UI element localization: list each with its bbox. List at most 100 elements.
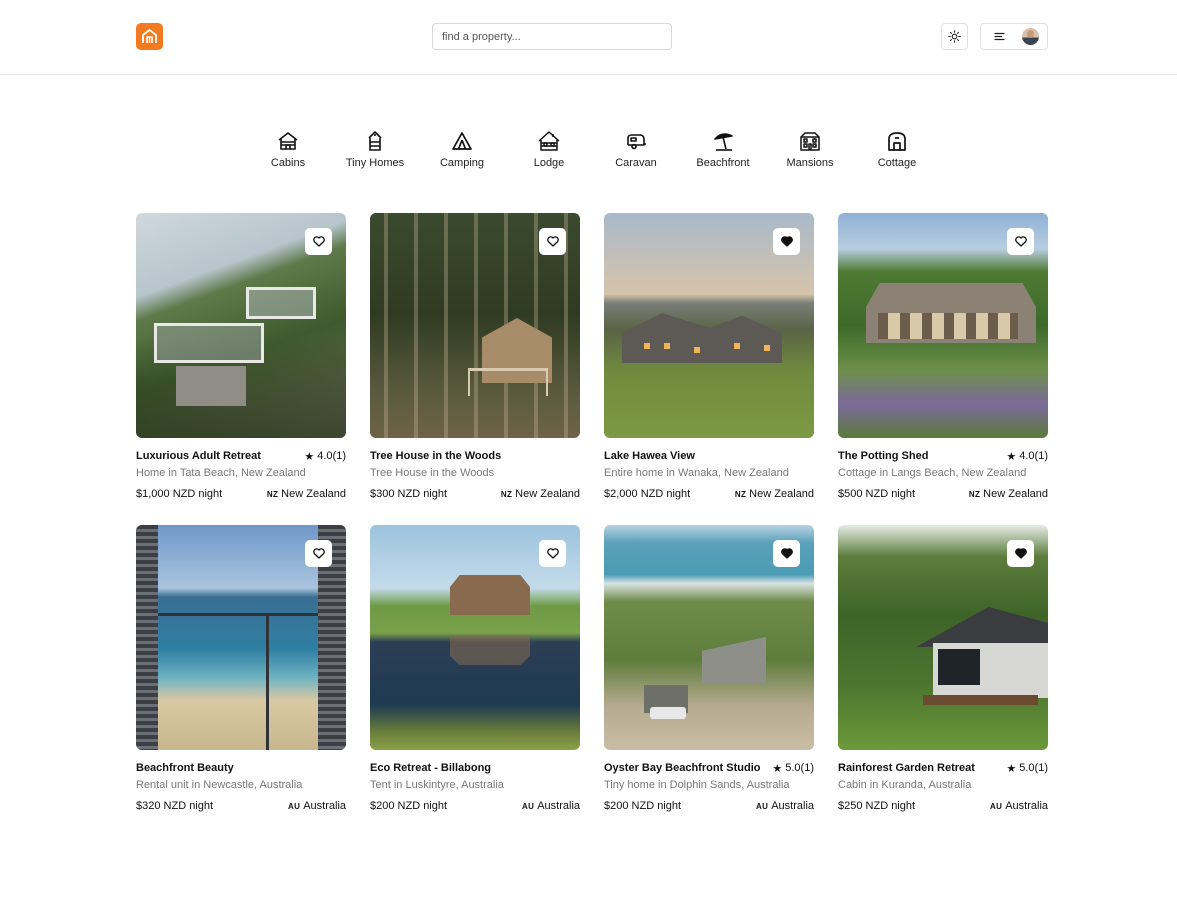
listing-price: $200 NZD night bbox=[604, 800, 682, 812]
favorite-button[interactable] bbox=[305, 540, 332, 567]
user-menu-button[interactable] bbox=[980, 23, 1048, 50]
listing-rating: ★ 4.0(1) bbox=[1006, 450, 1048, 463]
lodge-icon bbox=[538, 131, 560, 151]
country-name: New Zealand bbox=[515, 488, 580, 500]
favorite-button[interactable] bbox=[539, 540, 566, 567]
listing-title[interactable]: Oyster Bay Beachfront Studio bbox=[604, 762, 760, 774]
listing-country: AU Australia bbox=[990, 800, 1048, 812]
heart-icon bbox=[312, 548, 325, 559]
listing-subtitle: Tiny home in Dolphin Sands, Australia bbox=[604, 779, 790, 791]
category-label: Mansions bbox=[786, 157, 834, 169]
listing-country: AU Australia bbox=[756, 800, 814, 812]
menu-icon bbox=[994, 32, 1005, 41]
listing-photo[interactable] bbox=[838, 525, 1048, 750]
listing-photo[interactable] bbox=[370, 213, 580, 438]
favorite-button[interactable] bbox=[305, 228, 332, 255]
listing-rating: ★ 5.0(1) bbox=[772, 762, 814, 775]
category-label: Beachfront bbox=[696, 157, 750, 169]
category-cottage[interactable]: Cottage bbox=[857, 130, 937, 169]
sun-icon bbox=[948, 30, 961, 43]
heart-icon bbox=[312, 236, 325, 247]
listing-photo[interactable] bbox=[370, 525, 580, 750]
listing-subtitle: Entire home in Wanaka, New Zealand bbox=[604, 467, 789, 479]
category-mansions[interactable]: Mansions bbox=[770, 130, 850, 169]
star-icon: ★ bbox=[772, 762, 783, 775]
listing-rating: ★ 4.0(1) bbox=[304, 450, 346, 463]
country-code: NZ bbox=[734, 490, 747, 499]
listing-price: $2,000 NZD night bbox=[604, 488, 691, 500]
favorite-button[interactable] bbox=[1007, 228, 1034, 255]
country-name: New Zealand bbox=[281, 488, 346, 500]
listing-card[interactable]: Tree House in the Woods Tree House in th… bbox=[370, 213, 580, 501]
country-name: New Zealand bbox=[749, 488, 814, 500]
category-beachfront[interactable]: Beachfront bbox=[683, 130, 763, 169]
category-label: Cabins bbox=[270, 157, 306, 169]
listing-title[interactable]: Eco Retreat - Billabong bbox=[370, 762, 491, 774]
country-name: Australia bbox=[1005, 800, 1048, 812]
country-name: Australia bbox=[303, 800, 346, 812]
listing-price: $500 NZD night bbox=[838, 488, 916, 500]
rating-value: 5.0(1) bbox=[785, 762, 814, 774]
listing-price: $320 NZD night bbox=[136, 800, 214, 812]
listing-card[interactable]: Luxurious Adult Retreat ★ 4.0(1) Home in … bbox=[136, 213, 346, 501]
country-code: AU bbox=[756, 802, 769, 811]
cabin-icon bbox=[278, 132, 298, 150]
category-label: Cottage bbox=[877, 157, 917, 169]
favorite-button[interactable] bbox=[773, 540, 800, 567]
category-tiny-homes[interactable]: Tiny Homes bbox=[335, 130, 415, 169]
country-code: AU bbox=[522, 802, 535, 811]
category-label: Caravan bbox=[615, 157, 657, 169]
category-label: Camping bbox=[439, 157, 485, 169]
listing-card[interactable]: Lake Hawea View Entire home in Wanaka, N… bbox=[604, 213, 814, 501]
logo-house-icon bbox=[142, 28, 157, 43]
tiny-home-icon bbox=[368, 131, 382, 151]
listing-photo[interactable] bbox=[136, 525, 346, 750]
category-lodge[interactable]: Lodge bbox=[509, 130, 589, 169]
listing-photo[interactable] bbox=[838, 213, 1048, 438]
listing-title[interactable]: Rainforest Garden Retreat bbox=[838, 762, 975, 774]
listing-subtitle: Tent in Luskintyre, Australia bbox=[370, 779, 504, 791]
listing-price: $1,000 NZD night bbox=[136, 488, 223, 500]
umbrella-icon bbox=[714, 133, 733, 151]
country-name: Australia bbox=[537, 800, 580, 812]
mansion-icon bbox=[800, 132, 820, 151]
listing-photo[interactable] bbox=[604, 525, 814, 750]
category-caravan[interactable]: Caravan bbox=[596, 130, 676, 169]
country-name: Australia bbox=[771, 800, 814, 812]
listing-card[interactable]: The Potting Shed ★ 4.0(1) Cottage in Lang… bbox=[838, 213, 1048, 501]
heart-icon bbox=[546, 548, 559, 559]
listing-photo[interactable] bbox=[604, 213, 814, 438]
listing-title[interactable]: Beachfront Beauty bbox=[136, 762, 234, 774]
listing-card[interactable]: Beachfront Beauty Rental unit in Newcast… bbox=[136, 525, 346, 813]
heart-filled-icon bbox=[780, 548, 793, 559]
listing-country: NZ New Zealand bbox=[267, 488, 346, 500]
heart-icon bbox=[1014, 236, 1027, 247]
category-label: Lodge bbox=[533, 157, 565, 169]
listing-country: AU Australia bbox=[522, 800, 580, 812]
favorite-button[interactable] bbox=[1007, 540, 1034, 567]
listing-card[interactable]: Eco Retreat - Billabong Tent in Luskinty… bbox=[370, 525, 580, 813]
listing-country: NZ New Zealand bbox=[969, 488, 1048, 500]
favorite-button[interactable] bbox=[539, 228, 566, 255]
listing-country: NZ New Zealand bbox=[501, 488, 580, 500]
star-icon: ★ bbox=[1006, 450, 1017, 463]
favorite-button[interactable] bbox=[773, 228, 800, 255]
category-cabins[interactable]: Cabins bbox=[248, 130, 328, 169]
listing-title[interactable]: The Potting Shed bbox=[838, 450, 928, 462]
theme-toggle-button[interactable] bbox=[941, 23, 968, 50]
country-code: AU bbox=[288, 802, 301, 811]
caravan-icon bbox=[627, 134, 646, 150]
listing-photo[interactable] bbox=[136, 213, 346, 438]
listing-price: $200 NZD night bbox=[370, 800, 448, 812]
rating-value: 5.0(1) bbox=[1019, 762, 1048, 774]
rating-value: 4.0(1) bbox=[317, 450, 346, 462]
listing-card[interactable]: Rainforest Garden Retreat ★ 5.0(1) Cabin … bbox=[838, 525, 1048, 813]
listing-title[interactable]: Tree House in the Woods bbox=[370, 450, 501, 462]
listing-title[interactable]: Lake Hawea View bbox=[604, 450, 695, 462]
listing-country: NZ New Zealand bbox=[735, 488, 814, 500]
listing-card[interactable]: Oyster Bay Beachfront Studio ★ 5.0(1) Tin… bbox=[604, 525, 814, 813]
home-logo[interactable] bbox=[136, 23, 163, 50]
category-camping[interactable]: Camping bbox=[422, 130, 502, 169]
listing-title[interactable]: Luxurious Adult Retreat bbox=[136, 450, 261, 462]
search-input[interactable] bbox=[432, 23, 672, 50]
